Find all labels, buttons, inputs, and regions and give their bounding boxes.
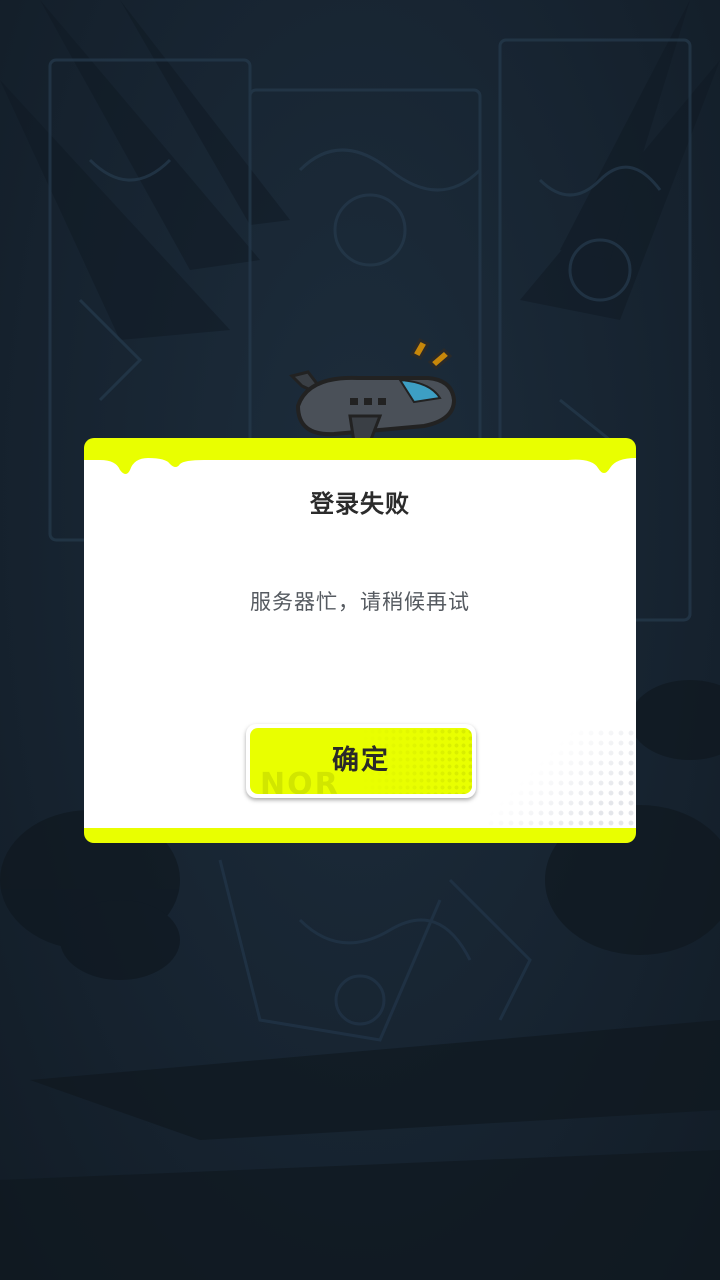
confirm-button-label: 确定	[332, 745, 390, 776]
slime-drip-border	[84, 452, 636, 474]
login-failed-screen: 登录失败 服务器忙，请稍候再试 NOR 确定	[0, 0, 720, 1280]
halftone-decoration	[486, 728, 636, 828]
dialog-message: 服务器忙，请稍候再试	[250, 590, 470, 614]
airplane-icon	[289, 338, 457, 444]
confirm-button[interactable]: NOR 确定	[246, 724, 476, 798]
dialog-title: 登录失败	[310, 490, 410, 518]
